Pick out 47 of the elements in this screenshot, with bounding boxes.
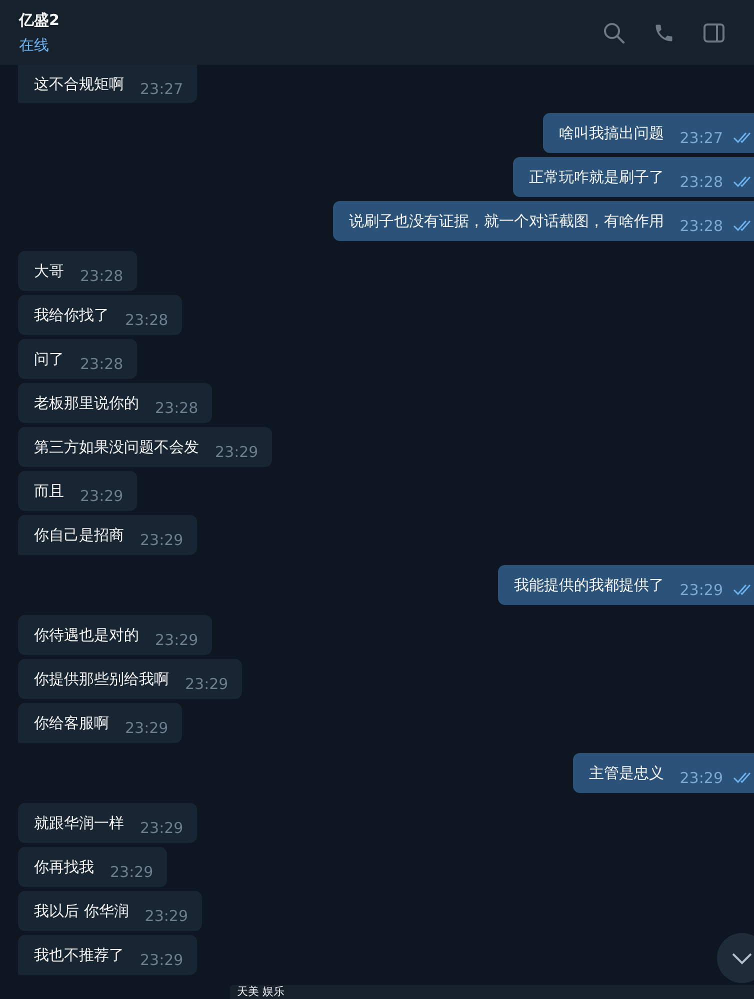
message-time: 23:29 xyxy=(140,531,184,549)
message-time: 23:29 xyxy=(185,675,228,693)
message-time: 23:29 xyxy=(155,631,198,649)
message-text: 你待遇也是对的 xyxy=(34,626,139,644)
message-time: 23:29 xyxy=(215,443,258,461)
message-text: 正常玩咋就是刷子了 xyxy=(528,168,664,186)
online-status: 在线 xyxy=(19,36,50,54)
message-time: 23:28 xyxy=(80,355,124,373)
message-text: 我给你找了 xyxy=(34,306,109,324)
message-time: 23:28 xyxy=(125,311,168,329)
message-time: 23:29 xyxy=(140,819,184,837)
message-time: 23:28 xyxy=(80,267,124,285)
message-time: 23:28 xyxy=(155,399,198,417)
message-time: 23:29 xyxy=(144,907,188,925)
search-icon[interactable] xyxy=(603,22,625,44)
message-text: 第三方如果没问题不会发 xyxy=(34,438,199,456)
chevron-down-icon xyxy=(731,951,753,965)
message-time: 23:29 xyxy=(680,581,723,599)
chat-title: 天美 娱乐 xyxy=(237,986,286,998)
message-text: 大哥 xyxy=(34,262,64,280)
scroll-down-button[interactable] xyxy=(717,933,754,983)
message-time: 23:29 xyxy=(110,863,154,881)
message-text: 啥叫我搞出问题 xyxy=(558,124,664,142)
message-time: 23:27 xyxy=(140,80,184,98)
message-text: 我能提供的我都提供了 xyxy=(514,576,664,594)
message-text: 你提供那些别给我啊 xyxy=(34,670,169,688)
message-text: 这不合规矩啊 xyxy=(34,74,124,94)
message-text: 主管是忠义 xyxy=(588,764,664,782)
message-time: 23:29 xyxy=(125,719,168,737)
message-text: 你给客服啊 xyxy=(34,714,109,732)
message-time: 23:29 xyxy=(680,769,723,787)
message-time: 23:27 xyxy=(680,129,723,147)
message-time: 23:29 xyxy=(80,487,124,505)
message-text: 老板那里说你的 xyxy=(34,394,139,412)
message-text: 说刷子也没有证据，就一个对话截图，有啥作用 xyxy=(348,212,664,230)
sidebar-toggle-icon[interactable] xyxy=(703,22,725,44)
message-time: 23:29 xyxy=(140,951,184,969)
message-text: 我以后 你华润 xyxy=(34,902,129,920)
message-time: 23:28 xyxy=(680,217,723,235)
message-text: 你再找我 xyxy=(34,858,94,876)
message-text: 我也不推荐了 xyxy=(34,946,124,964)
message-text: 而且 xyxy=(34,482,64,500)
message-text: 你自己是招商 xyxy=(34,526,124,544)
message-time: 23:28 xyxy=(680,173,723,191)
message-text: 问了 xyxy=(34,350,64,368)
chat-title: 亿盛2 xyxy=(19,10,60,30)
message-text: 就跟华润一样 xyxy=(34,814,124,832)
